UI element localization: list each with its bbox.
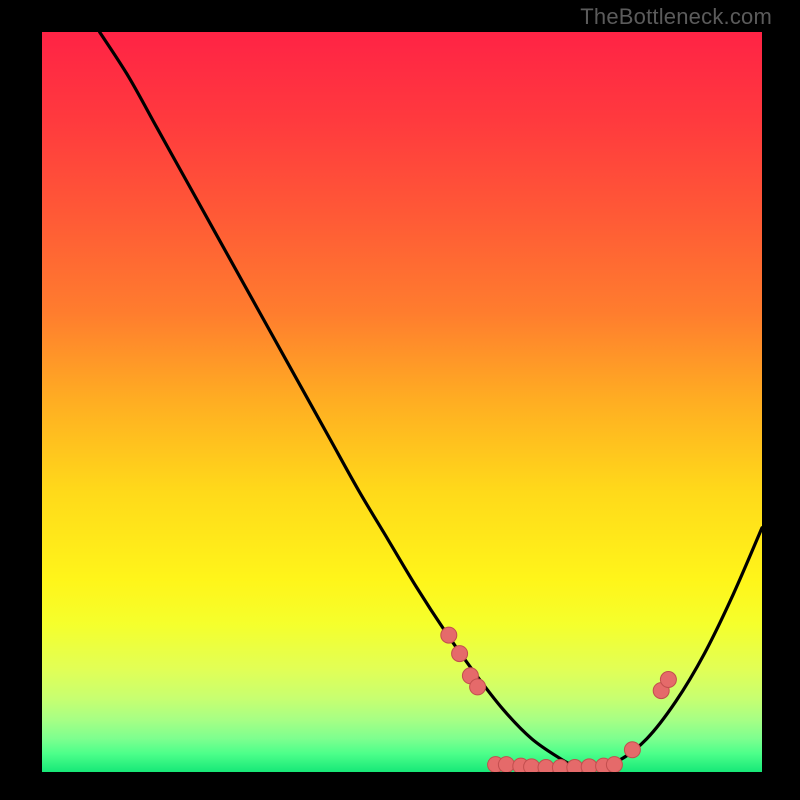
- chart-marker: [441, 627, 457, 643]
- bottleneck-curve: [100, 32, 762, 769]
- chart-marker: [470, 679, 486, 695]
- chart-curve-layer: [42, 32, 762, 772]
- chart-marker: [538, 760, 554, 772]
- chart-marker: [660, 672, 676, 688]
- chart-marker: [624, 742, 640, 758]
- watermark-text: TheBottleneck.com: [580, 4, 772, 30]
- chart-marker: [581, 759, 597, 772]
- chart-marker: [567, 760, 583, 772]
- chart-marker: [498, 757, 514, 772]
- chart-marker: [524, 759, 540, 772]
- chart-markers: [441, 627, 677, 772]
- chart-marker: [552, 760, 568, 772]
- chart-marker: [452, 646, 468, 662]
- chart-plot-area: [42, 32, 762, 772]
- chart-marker: [606, 757, 622, 772]
- chart-frame: TheBottleneck.com: [0, 0, 800, 800]
